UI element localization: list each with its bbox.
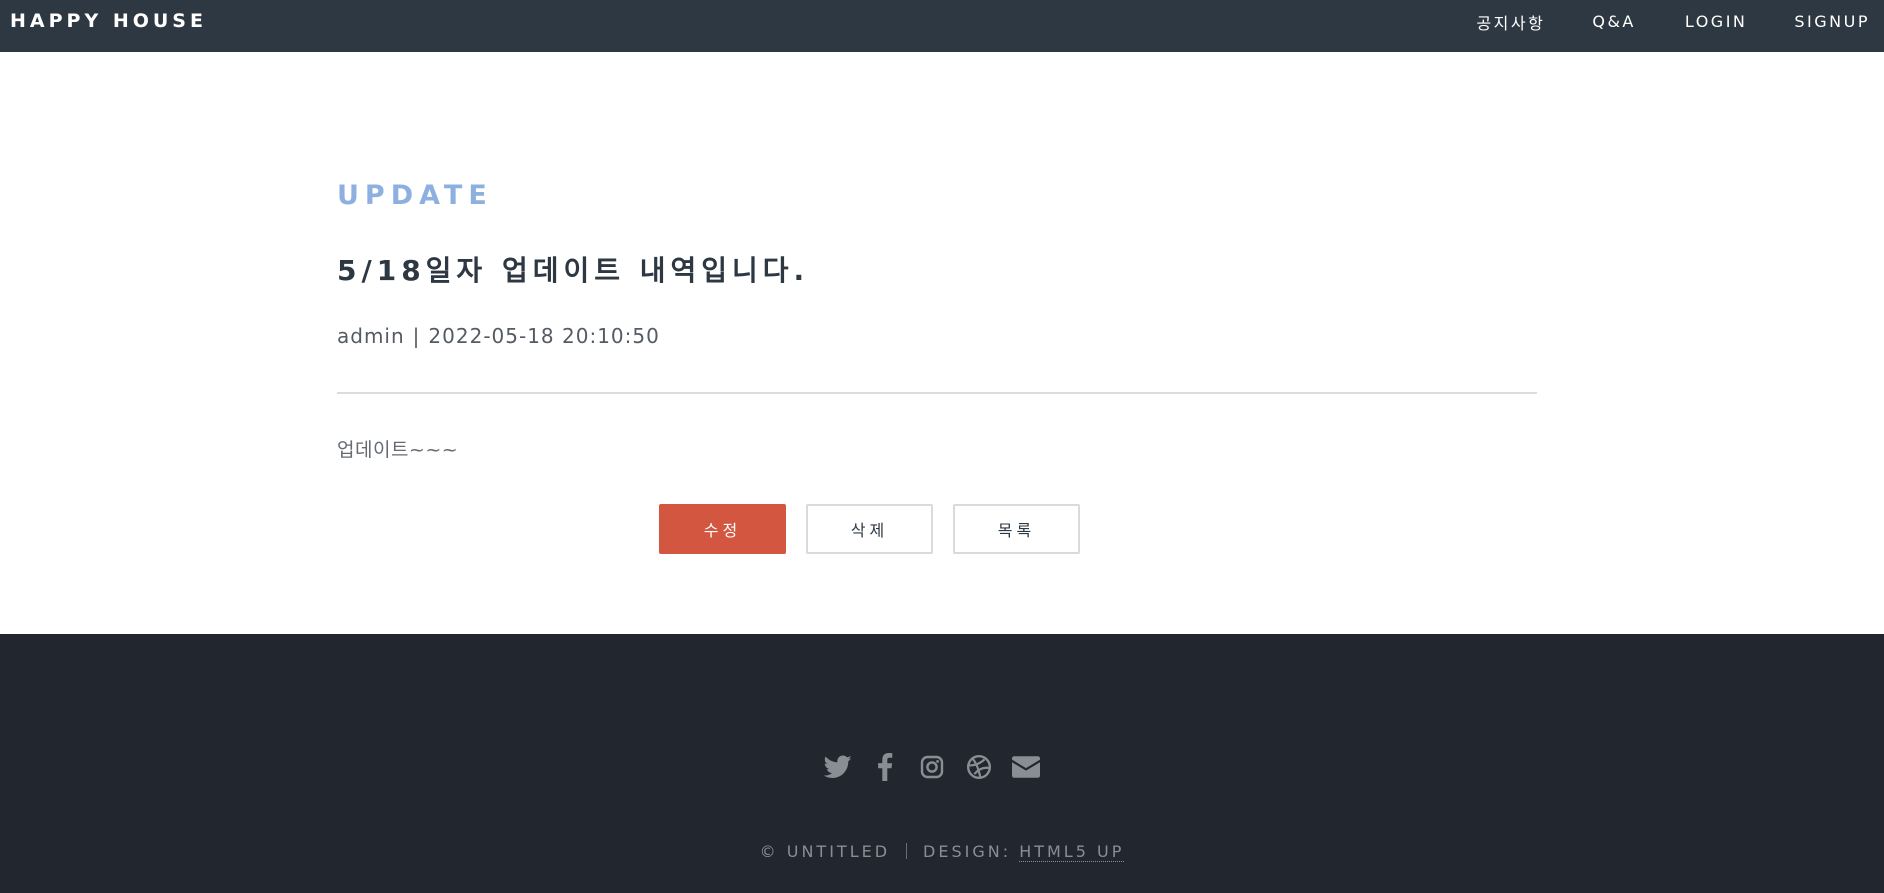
site-logo[interactable]: HAPPY HOUSE <box>10 10 207 32</box>
nav-qna[interactable]: Q&A <box>1592 12 1636 31</box>
delete-button[interactable]: 삭제 <box>806 504 933 554</box>
post-category: UPDATE <box>337 180 493 211</box>
divider <box>337 392 1537 394</box>
post-date: 2022-05-18 20:10:50 <box>428 324 660 348</box>
instagram-icon[interactable] <box>917 752 947 782</box>
nav-signup[interactable]: SIGNUP <box>1794 12 1870 31</box>
social-icons <box>823 752 1041 782</box>
list-button[interactable]: 목록 <box>953 504 1080 554</box>
design-link[interactable]: HTML5 UP <box>1019 842 1125 862</box>
envelope-icon[interactable] <box>1011 752 1041 782</box>
copyright-divider <box>906 843 908 859</box>
post-title: 5/18일자 업데이트 내역입니다. <box>337 254 810 287</box>
post-author: admin <box>337 324 405 348</box>
nav-notice[interactable]: 공지사항 <box>1476 10 1545 34</box>
copyright-text: © UNTITLED <box>759 842 891 861</box>
post-content: 업데이트~~~ <box>337 439 459 461</box>
copyright: © UNTITLED DESIGN: HTML5 UP <box>0 842 1884 862</box>
site-footer: © UNTITLED DESIGN: HTML5 UP <box>0 634 1884 893</box>
twitter-icon[interactable] <box>823 752 853 782</box>
post-detail: UPDATE 5/18일자 업데이트 내역입니다. admin | 2022-05-… <box>0 52 1884 634</box>
dribbble-icon[interactable] <box>964 752 994 782</box>
post-meta: admin | 2022-05-18 20:10:50 <box>337 322 660 350</box>
meta-separator: | <box>412 324 421 348</box>
site-header: HAPPY HOUSE 공지사항 Q&A LOGIN SIGNUP <box>0 0 1884 52</box>
facebook-icon[interactable] <box>870 752 900 782</box>
nav-login[interactable]: LOGIN <box>1685 12 1748 31</box>
design-label: DESIGN: <box>923 842 1012 861</box>
edit-button[interactable]: 수정 <box>659 504 786 554</box>
main-nav: 공지사항 Q&A LOGIN SIGNUP <box>1476 0 1884 43</box>
